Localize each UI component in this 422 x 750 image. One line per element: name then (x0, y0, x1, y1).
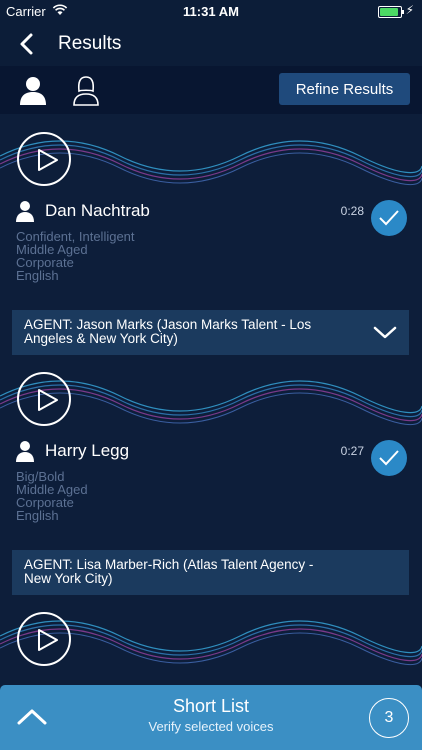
refine-results-button[interactable]: Refine Results (279, 73, 410, 105)
short-list-count-badge[interactable]: 3 (369, 698, 409, 738)
back-chevron-icon[interactable] (14, 30, 42, 58)
checkmark-icon (379, 210, 399, 226)
battery-icon (378, 6, 404, 18)
short-list-subtitle: Verify selected voices (148, 719, 274, 734)
female-voice-filter-icon[interactable] (70, 74, 102, 106)
person-icon (16, 201, 34, 222)
status-bar: Carrier 11:31 AM ⚡ (0, 0, 422, 22)
voice-attribute: English (16, 508, 59, 523)
voice-duration: 0:27 (340, 444, 364, 458)
play-button[interactable] (17, 132, 71, 186)
play-button[interactable] (17, 372, 71, 426)
agent-text: AGENT: Lisa Marber-Rich (Atlas Talent Ag… (24, 557, 314, 586)
short-list-title: Short List (172, 696, 250, 716)
select-voice-check-button[interactable] (371, 440, 407, 476)
play-button[interactable] (17, 612, 71, 666)
voice-name: Harry Legg (45, 441, 130, 460)
select-voice-check-button[interactable] (371, 200, 407, 236)
filter-bar: Refine Results (0, 66, 422, 114)
status-time: 11:31 AM (183, 4, 239, 19)
agent-text: AGENT: Jason Marks (Jason Marks Talent -… (24, 317, 312, 346)
male-voice-filter-icon[interactable] (17, 74, 49, 106)
page-title: Results (58, 33, 122, 54)
voice-attributes: Big/Bold Middle Aged Corporate English (16, 470, 88, 522)
nav-bar: Results (0, 22, 422, 66)
chevron-down-icon[interactable] (373, 326, 397, 340)
voice-duration: 0:28 (340, 204, 364, 218)
voice-name: Dan Nachtrab (45, 201, 150, 220)
agent-info-bar[interactable]: AGENT: Lisa Marber-Rich (Atlas Talent Ag… (12, 550, 409, 595)
play-icon (38, 149, 58, 171)
play-icon (38, 629, 58, 651)
agent-info-bar[interactable]: AGENT: Jason Marks (Jason Marks Talent -… (12, 310, 409, 355)
play-icon (38, 389, 58, 411)
voice-attributes: Confident, Intelligent Middle Aged Corpo… (16, 230, 135, 282)
checkmark-icon (379, 450, 399, 466)
charging-bolt-icon: ⚡ (405, 3, 414, 17)
short-list-panel[interactable]: Short List Verify selected voices 3 (0, 685, 422, 750)
person-icon (16, 441, 34, 462)
voice-attribute: English (16, 268, 59, 283)
